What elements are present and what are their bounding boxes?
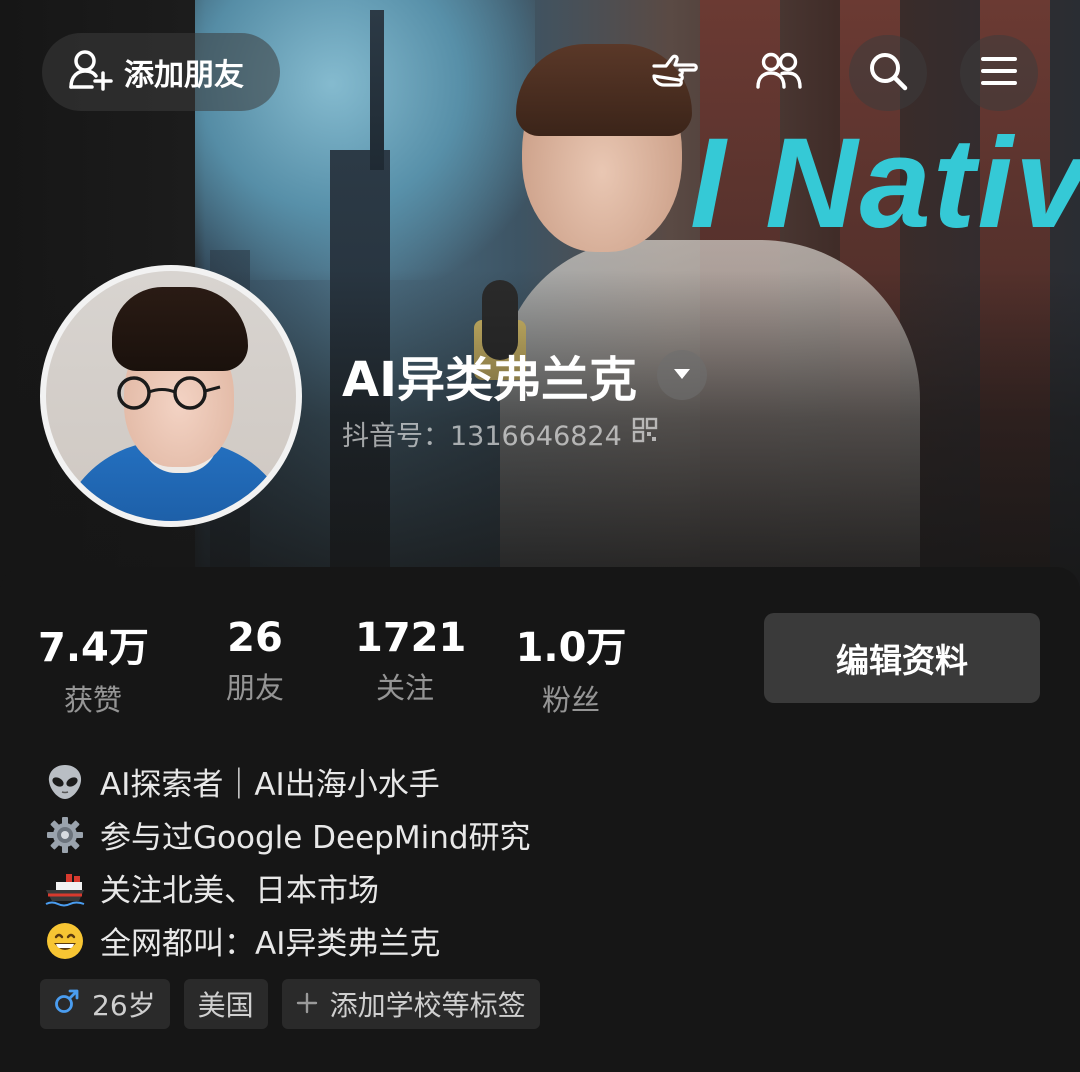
- gear-emoji-icon: [44, 814, 86, 856]
- search-button[interactable]: [849, 35, 927, 111]
- add-friend-icon: [68, 49, 114, 95]
- alien-emoji-icon: [44, 761, 86, 803]
- account-switch-button[interactable]: [657, 350, 708, 400]
- caret-down-icon: [672, 366, 692, 385]
- stat-followers[interactable]: 1.0万 粉丝: [515, 615, 627, 719]
- qr-code-icon[interactable]: [632, 417, 658, 450]
- stat-label: 粉丝: [541, 683, 600, 717]
- add-friend-button[interactable]: 添加朋友: [42, 33, 280, 111]
- cover-antenna: [370, 10, 384, 170]
- stat-value: 7.4万: [38, 625, 149, 671]
- stat-label: 朋友: [225, 671, 284, 705]
- ship-emoji-icon: [44, 867, 86, 909]
- avatar[interactable]: [40, 265, 302, 527]
- male-icon: [54, 988, 80, 1021]
- region-tag[interactable]: 美国: [183, 979, 268, 1029]
- stat-following[interactable]: 1721 关注: [355, 615, 467, 707]
- pointing-hand-icon: [650, 50, 700, 96]
- bio-line: 全网都叫：AI异类弗兰克: [44, 914, 531, 967]
- friends-icon: [755, 51, 803, 95]
- menu-button[interactable]: [960, 35, 1038, 111]
- bio-text: 关注北美、日本市场: [100, 873, 379, 909]
- bio-line: 关注北美、日本市场: [44, 861, 531, 914]
- stat-label: 获赞: [63, 683, 122, 717]
- profile-tags: 26岁 美国 添加学校等标签: [40, 979, 540, 1029]
- add-school-label: 添加学校等标签: [329, 989, 526, 1022]
- plus-icon: [296, 988, 318, 1021]
- age-text: 26岁: [92, 989, 156, 1022]
- bio-line: AI探索者｜AI出海小水手: [44, 755, 531, 808]
- pointing-hand-button[interactable]: [636, 35, 714, 111]
- friends-button[interactable]: [740, 35, 818, 111]
- bio-line: 参与过Google DeepMind研究: [44, 808, 531, 861]
- stat-friends[interactable]: 26 朋友: [205, 615, 305, 707]
- grinning-face-emoji-icon: [44, 920, 86, 962]
- add-school-tag-button[interactable]: 添加学校等标签: [281, 979, 540, 1029]
- stat-likes[interactable]: 7.4万 获赞: [38, 615, 149, 719]
- menu-icon: [980, 55, 1018, 91]
- bio-text: 参与过Google DeepMind研究: [100, 820, 531, 856]
- bio-text: 全网都叫：AI异类弗兰克: [100, 926, 441, 962]
- stat-value: 1721: [355, 615, 467, 661]
- stat-label: 关注: [375, 671, 434, 705]
- douyin-id: 抖音号：1316646824: [342, 421, 622, 452]
- search-icon: [867, 50, 909, 96]
- profile-name: AI异类弗兰克: [342, 352, 638, 408]
- bio-text: AI探索者｜AI出海小水手: [100, 767, 440, 803]
- age-tag[interactable]: 26岁: [40, 979, 170, 1029]
- stat-value: 26: [227, 615, 283, 661]
- edit-profile-button[interactable]: 编辑资料: [764, 613, 1040, 703]
- stat-value: 1.0万: [515, 625, 627, 671]
- bio: AI探索者｜AI出海小水手 参与过Google DeepMind研究 关注北美、…: [44, 755, 531, 967]
- add-friend-label: 添加朋友: [124, 58, 244, 93]
- douyin-id-row[interactable]: 抖音号：1316646824: [342, 414, 658, 453]
